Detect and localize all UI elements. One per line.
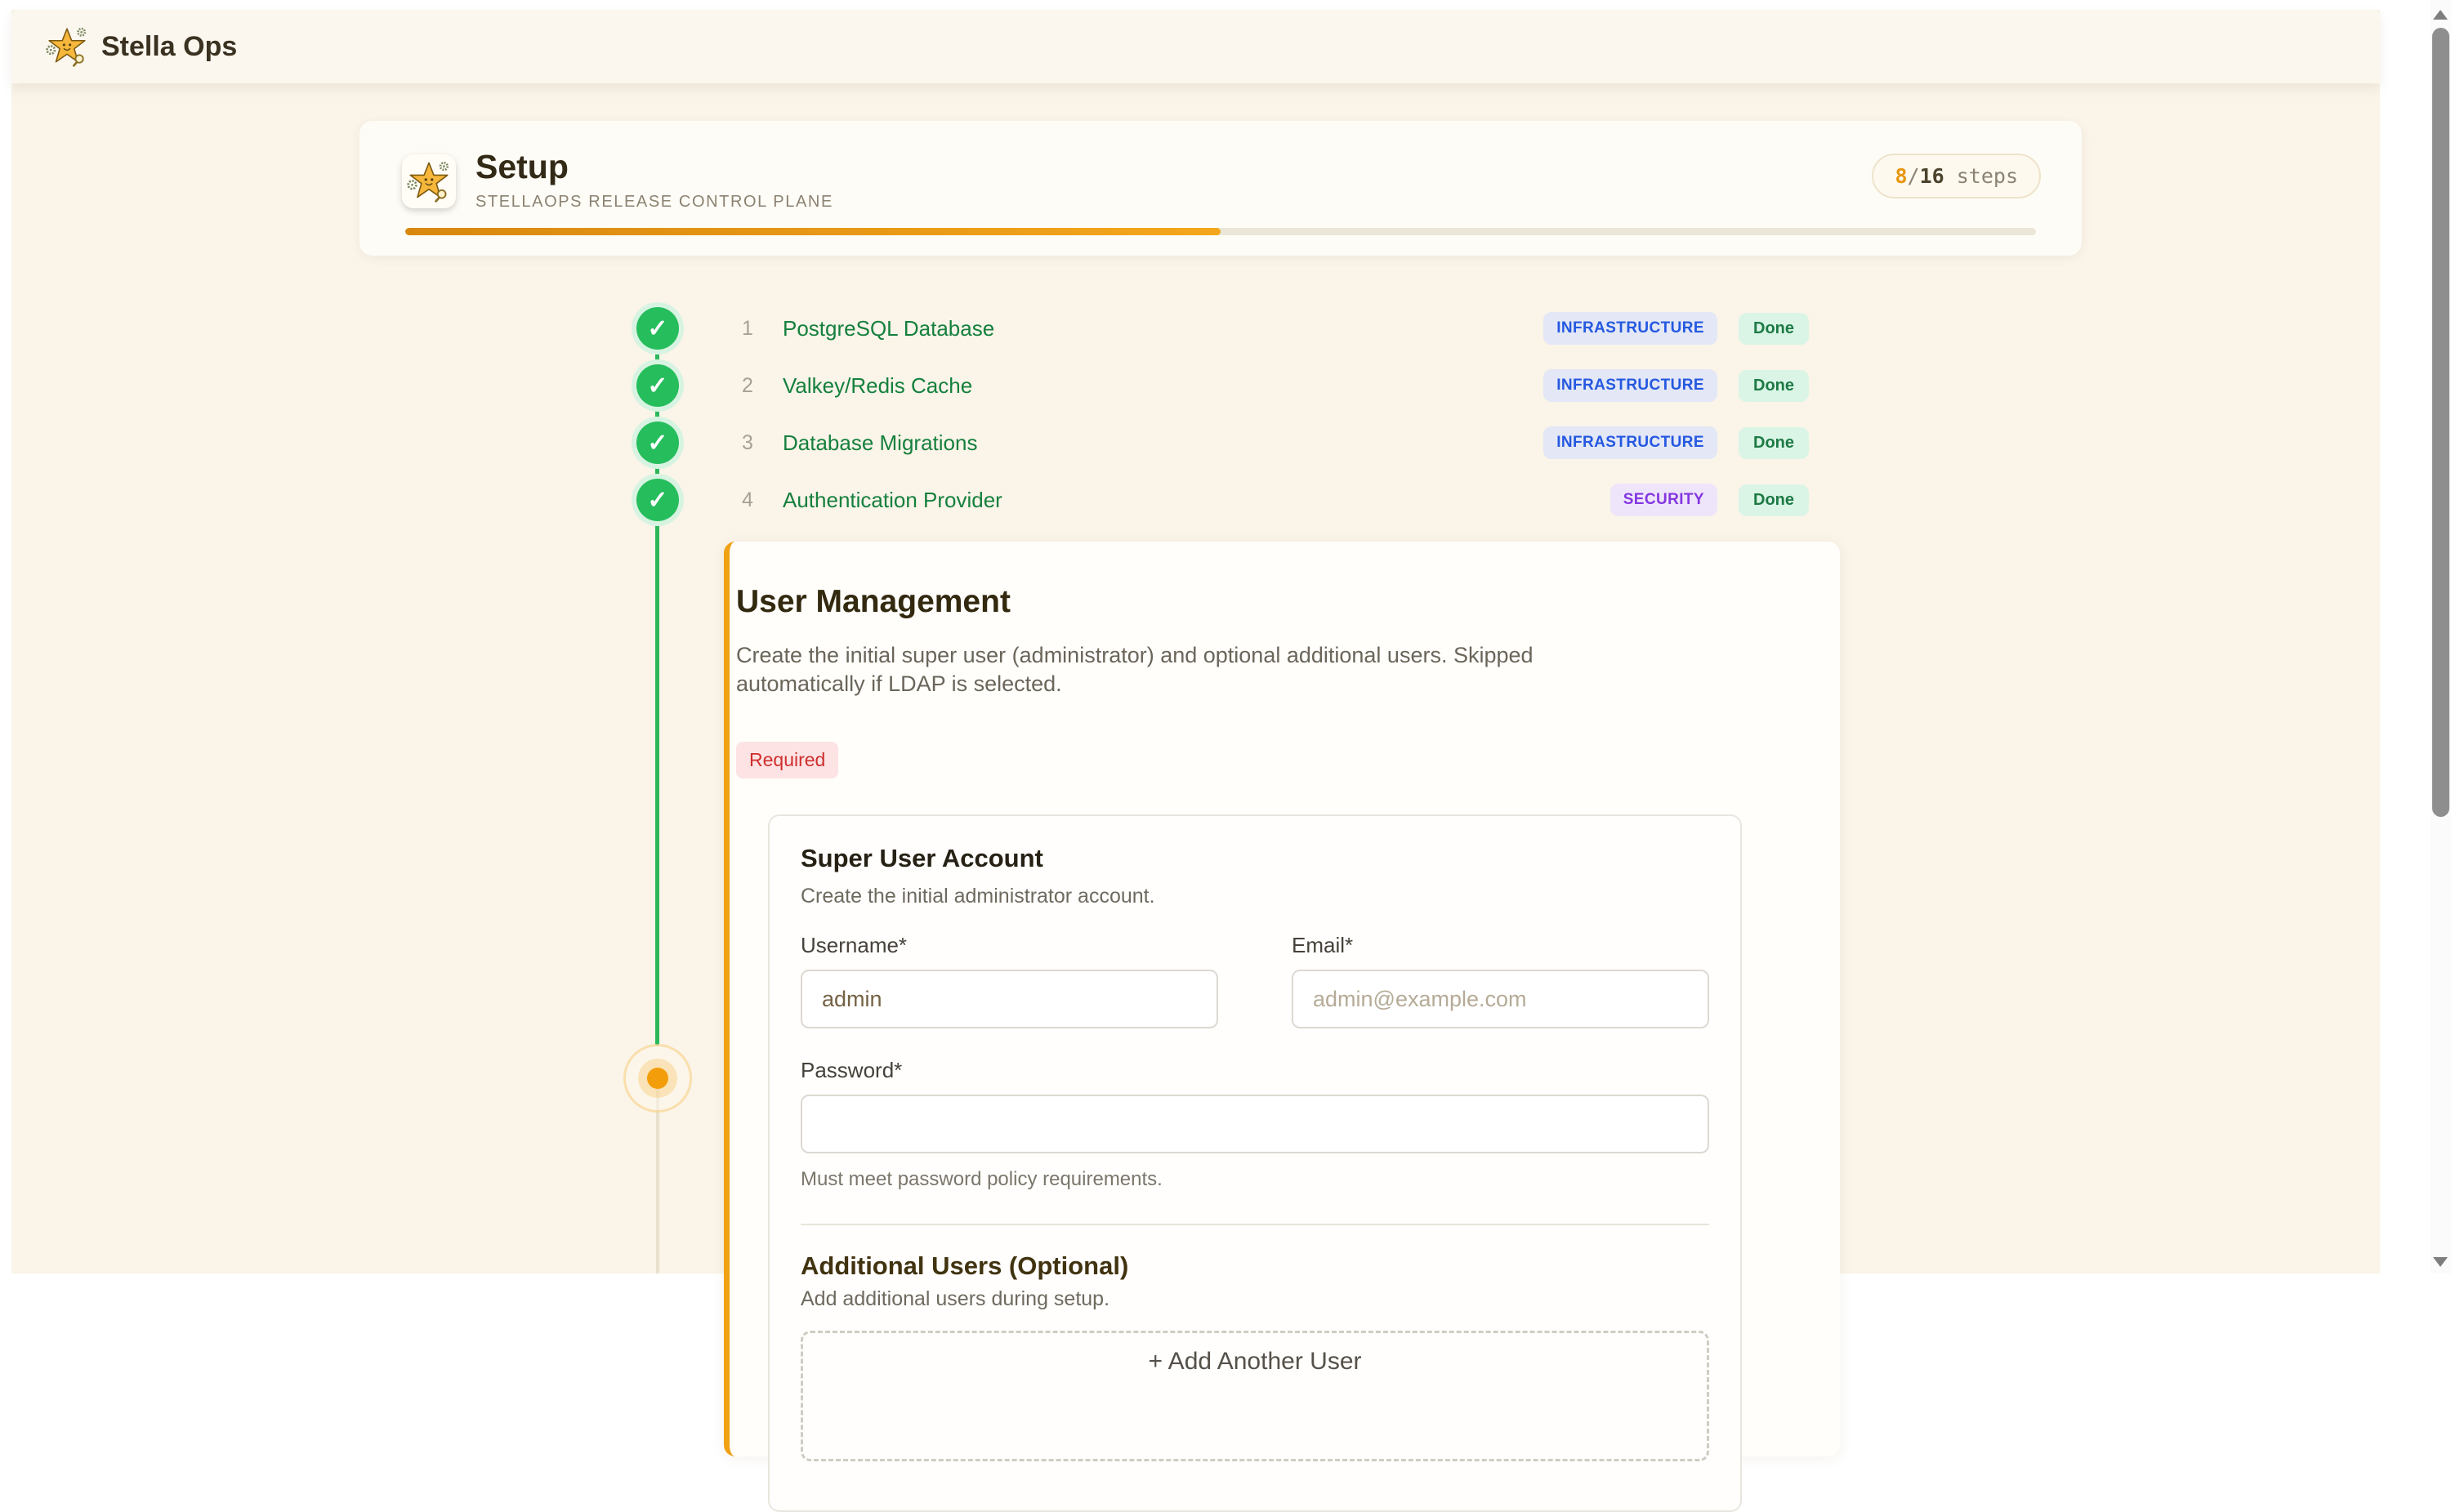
status-badge: Done [1739, 427, 1809, 459]
timeline-upcoming-line [656, 1088, 659, 1273]
step-row-valkey-redis[interactable]: 2 Valkey/Redis Cache INFRASTRUCTURE Done [724, 357, 1838, 414]
step-title: PostgreSQL Database [783, 316, 994, 341]
steps-done-count: 8 [1895, 164, 1907, 188]
step-4-check-icon: ✓ [636, 479, 679, 521]
category-badge: INFRASTRUCTURE [1543, 426, 1717, 459]
email-input[interactable] [1292, 970, 1709, 1028]
setup-card-header: Setup STELLAOPS RELEASE CONTROL PLANE [402, 150, 833, 212]
scrollbar-track[interactable] [2431, 0, 2451, 1273]
current-step-dot-icon [647, 1068, 668, 1089]
email-field-group: Email* [1292, 933, 1709, 1028]
progress-fill [405, 228, 1221, 235]
step-row-db-migrations[interactable]: 3 Database Migrations INFRASTRUCTURE Don… [724, 414, 1838, 471]
category-badge: INFRASTRUCTURE [1543, 312, 1717, 345]
setup-progress-bar [405, 228, 2036, 235]
app-logo-star-icon [46, 25, 88, 68]
steps-count-badge: 8/16 steps [1872, 154, 2041, 198]
password-input[interactable] [801, 1095, 1709, 1153]
username-email-grid: Username* Email* [801, 933, 1709, 1028]
step-number: 2 [742, 374, 761, 398]
setup-titles: Setup STELLAOPS RELEASE CONTROL PLANE [475, 150, 833, 212]
section-title: User Management [736, 584, 1807, 620]
page-title: Setup [475, 150, 833, 184]
setup-card: Setup STELLAOPS RELEASE CONTROL PLANE 8/… [359, 121, 2082, 256]
username-input[interactable] [801, 970, 1218, 1028]
setup-logo-box [402, 154, 456, 208]
additional-users-title: Additional Users (Optional) [801, 1251, 1709, 1281]
super-user-description: Create the initial administrator account… [801, 885, 1709, 908]
scrollbar-thumb[interactable] [2432, 28, 2449, 817]
username-label: Username* [801, 933, 1218, 958]
add-another-user-button[interactable]: + Add Another User [801, 1331, 1709, 1461]
scrollbar-down-arrow-icon[interactable] [2433, 1257, 2448, 1267]
app-name: Stella Ops [101, 31, 237, 63]
status-badge: Done [1739, 370, 1809, 402]
password-label: Password* [801, 1058, 1709, 1083]
step-3-check-icon: ✓ [636, 421, 679, 464]
user-management-card: User Management Create the initial super… [724, 542, 1840, 1456]
page-subtitle: STELLAOPS RELEASE CONTROL PLANE [475, 193, 833, 212]
step-2-check-icon: ✓ [636, 364, 679, 407]
email-label: Email* [1292, 933, 1709, 958]
step-row-postgresql[interactable]: 1 PostgreSQL Database INFRASTRUCTURE Don… [724, 300, 1838, 357]
step-title: Valkey/Redis Cache [783, 373, 972, 399]
step-title: Database Migrations [783, 430, 977, 456]
setup-logo-star-icon [407, 159, 451, 203]
top-bar: Stella Ops [11, 10, 2380, 83]
step-title: Authentication Provider [783, 488, 1002, 513]
status-badge: Done [1739, 313, 1809, 345]
username-field-group: Username* [801, 933, 1218, 1028]
category-badge: SECURITY [1610, 484, 1717, 516]
scrollbar-up-arrow-icon[interactable] [2433, 10, 2448, 20]
section-description: Create the initial super user (administr… [736, 641, 1631, 698]
step-row-auth-provider[interactable]: 4 Authentication Provider SECURITY Done [724, 471, 1838, 529]
step-1-check-icon: ✓ [636, 307, 679, 350]
additional-users-description: Add additional users during setup. [801, 1287, 1709, 1311]
status-badge: Done [1739, 484, 1809, 516]
step-number: 4 [742, 488, 761, 512]
super-user-account-box: Super User Account Create the initial ad… [768, 814, 1742, 1512]
category-badge: INFRASTRUCTURE [1543, 369, 1717, 402]
steps-total-count: 16 [1920, 164, 1944, 188]
steps-count-label: steps [1944, 164, 2018, 188]
steps-count-separator: / [1908, 164, 1920, 188]
password-helper-text: Must meet password policy requirements. [801, 1168, 1709, 1191]
step-number: 1 [742, 317, 761, 341]
super-user-title: Super User Account [801, 844, 1709, 873]
step-number: 3 [742, 431, 761, 455]
section-divider [801, 1224, 1709, 1225]
required-badge: Required [736, 742, 838, 778]
